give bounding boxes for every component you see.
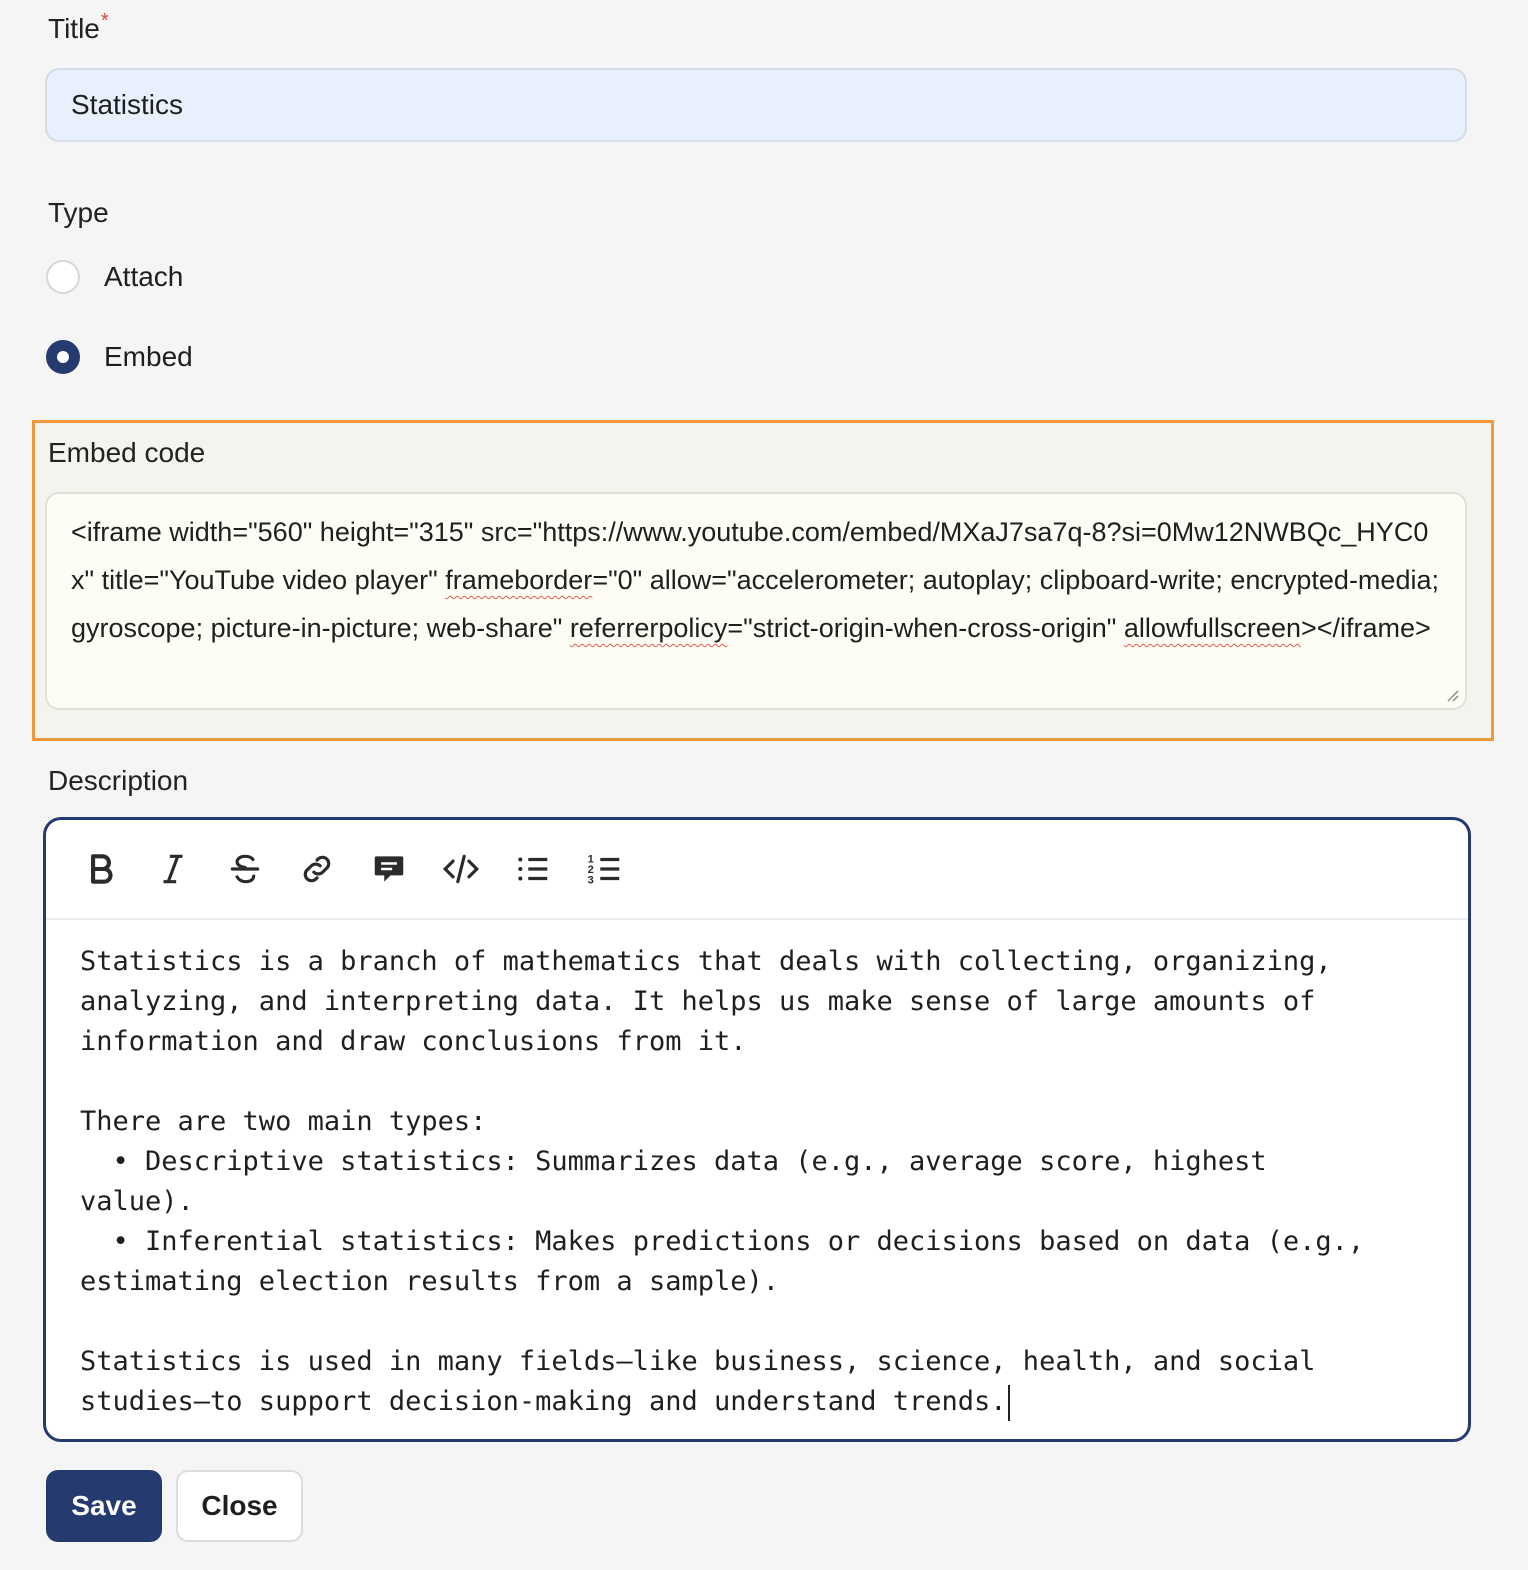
description-text: Statistics is a branch of mathematics th… (80, 946, 1365, 1417)
radio-embed-label: Embed (104, 341, 193, 372)
bullet-list-icon (518, 857, 548, 881)
type-label: Type (48, 197, 109, 228)
link-button[interactable] (294, 846, 340, 892)
strikethrough-button[interactable] (222, 846, 268, 892)
title-label: Title* (48, 10, 109, 46)
spellcheck-word: frameborder (445, 565, 593, 595)
numbered-list-icon: 123 (588, 854, 620, 886)
title-label-text: Title (48, 13, 100, 44)
italic-button[interactable] (150, 846, 196, 892)
editor-toolbar: 123 (46, 820, 1468, 920)
embed-code-text: ></iframe> (1300, 613, 1431, 643)
type-option-embed[interactable]: Embed (46, 340, 193, 374)
description-editor[interactable]: 123 Statistics is a branch of mathematic… (43, 817, 1471, 1442)
strikethrough-icon (230, 854, 260, 884)
link-icon (303, 855, 331, 883)
text-caret (1007, 1384, 1010, 1421)
numbered-list-button[interactable]: 123 (582, 846, 628, 892)
embed-code-text: ="strict-origin-when-cross-origin" (727, 613, 1124, 643)
resize-handle-icon[interactable] (1445, 688, 1459, 702)
bullet-list-button[interactable] (510, 846, 556, 892)
embed-code-textarea[interactable]: <iframe width="560" height="315" src="ht… (45, 492, 1467, 710)
code-icon (442, 854, 480, 884)
code-button[interactable] (438, 846, 484, 892)
radio-embed[interactable] (46, 340, 80, 374)
description-text-area[interactable]: Statistics is a branch of mathematics th… (46, 920, 1468, 1422)
required-mark: * (100, 10, 109, 32)
title-input[interactable]: Statistics (45, 68, 1467, 142)
comment-icon (374, 856, 404, 882)
spellcheck-word: referrerpolicy (569, 613, 728, 643)
comment-button[interactable] (366, 846, 412, 892)
save-button[interactable]: Save (46, 1470, 162, 1542)
italic-icon (163, 854, 183, 884)
spellcheck-word: allowfullscreen (1123, 613, 1301, 643)
svg-text:3: 3 (588, 874, 594, 886)
radio-attach[interactable] (46, 260, 80, 294)
description-label: Description (48, 765, 189, 796)
radio-attach-label: Attach (104, 261, 184, 292)
embed-code-label: Embed code (48, 437, 206, 468)
close-button[interactable]: Close (176, 1470, 303, 1542)
type-option-attach[interactable]: Attach (46, 260, 183, 294)
bold-button[interactable] (78, 846, 124, 892)
bold-icon (91, 854, 113, 884)
